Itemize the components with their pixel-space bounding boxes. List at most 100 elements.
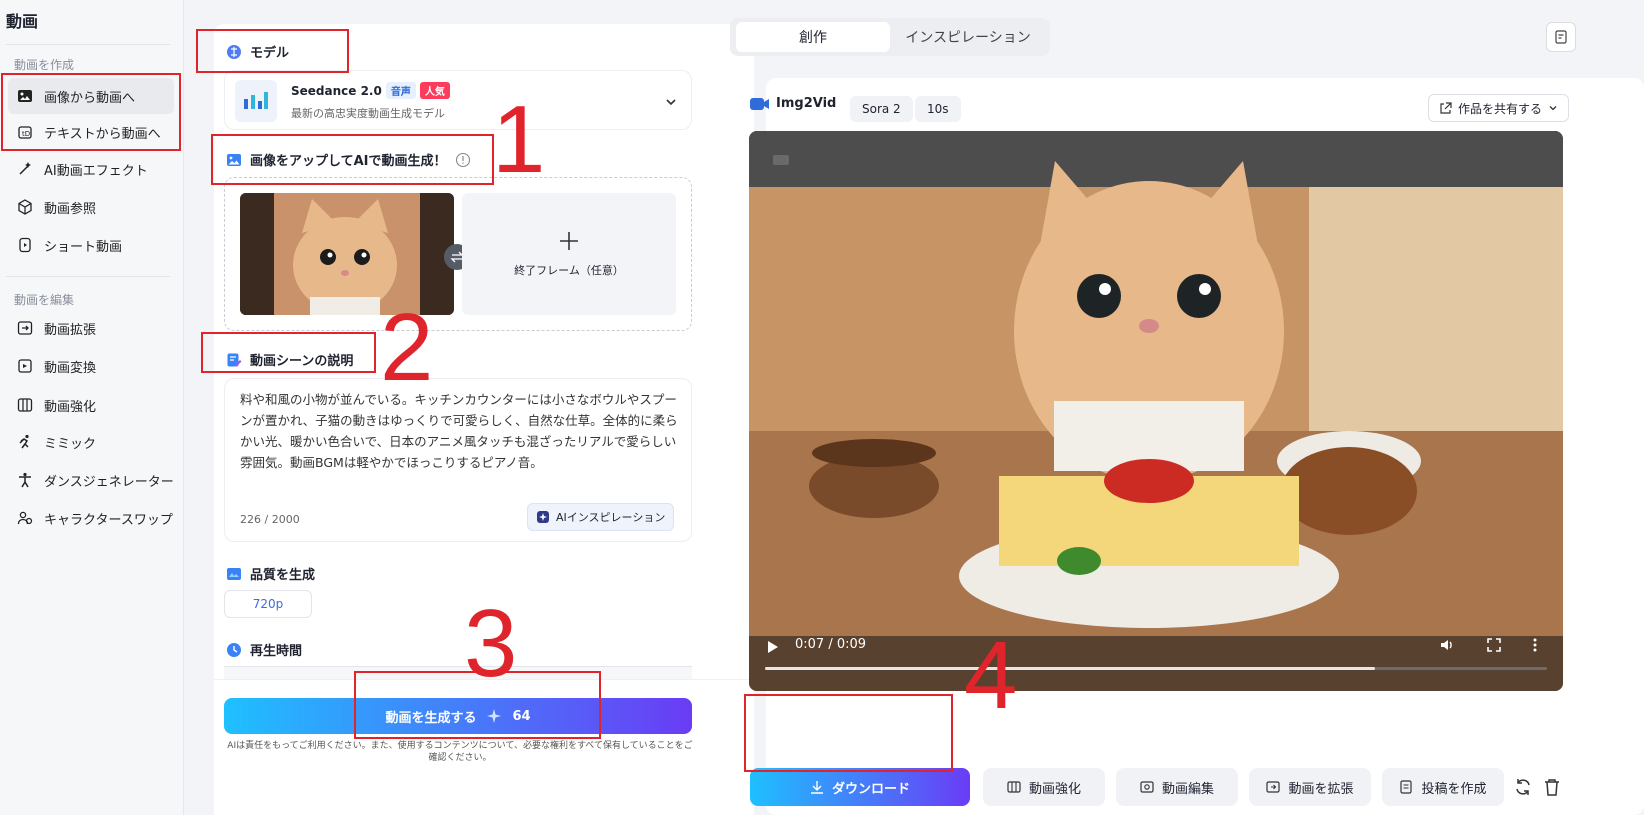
annotation-number-4: 4 bbox=[964, 622, 1018, 729]
quality-option-720p[interactable]: 720p bbox=[224, 590, 312, 618]
info-icon[interactable] bbox=[455, 152, 471, 168]
sidebar-item-label: 動画強化 bbox=[44, 399, 97, 415]
download-button[interactable]: ダウンロード bbox=[750, 768, 970, 806]
download-icon bbox=[810, 781, 823, 794]
cube-icon bbox=[16, 198, 34, 216]
play-icon[interactable] bbox=[767, 639, 779, 658]
sidebar-item-character-swap[interactable]: キャラクタースワップ bbox=[8, 500, 174, 536]
tab-create[interactable]: 創作 bbox=[736, 22, 890, 52]
quality-icon bbox=[227, 567, 241, 580]
sparkle-icon bbox=[487, 709, 502, 723]
refresh-icon[interactable] bbox=[1514, 778, 1532, 800]
model-title: Seedance 2.0 音声 人気 bbox=[291, 82, 450, 99]
end-frame-upload[interactable]: 終了フレーム（任意） bbox=[462, 193, 676, 315]
edit-doc-icon bbox=[227, 353, 242, 366]
annotation-number-1: 1 bbox=[492, 86, 546, 193]
enhance-icon bbox=[1007, 781, 1021, 793]
sidebar-item-image-to-video[interactable]: 画像から動画へ bbox=[8, 78, 174, 114]
duration-pill: 10s bbox=[915, 96, 961, 122]
tab-inspiration[interactable]: インスピレーション bbox=[890, 22, 1046, 52]
enhance-icon bbox=[16, 396, 34, 414]
video-camera-icon bbox=[750, 97, 769, 110]
svg-text:tD: tD bbox=[22, 130, 30, 138]
model-description: 最新の高忠実度動画生成モデル bbox=[291, 107, 445, 120]
annotation-number-2: 2 bbox=[380, 294, 434, 401]
sidebar-item-label: 動画変換 bbox=[44, 360, 97, 376]
text-video-icon: tD bbox=[16, 123, 34, 141]
audio-badge: 音声 bbox=[385, 82, 416, 99]
end-frame-label: 終了フレーム（任意） bbox=[514, 264, 624, 277]
sidebar-item-label: ミミック bbox=[44, 436, 97, 452]
credit-count: 64 bbox=[512, 708, 531, 724]
trash-icon[interactable] bbox=[1544, 778, 1560, 800]
chevron-down-icon bbox=[1549, 106, 1557, 111]
divider bbox=[6, 276, 170, 277]
short-video-icon bbox=[16, 236, 34, 254]
sidebar-item-short-video[interactable]: ショート動画 bbox=[8, 227, 174, 263]
image-icon bbox=[227, 153, 241, 166]
generate-label: 動画を生成する bbox=[385, 710, 477, 726]
image-video-icon bbox=[16, 87, 34, 105]
sidebar-item-mimic[interactable]: ミミック bbox=[8, 424, 174, 460]
video-progress-track[interactable] bbox=[765, 667, 1547, 670]
volume-icon[interactable] bbox=[1439, 637, 1455, 657]
sidebar-item-video-reference[interactable]: 動画参照 bbox=[8, 189, 174, 225]
edit-video-button[interactable]: 動画編集 bbox=[1116, 768, 1238, 806]
enhance-video-button[interactable]: 動画強化 bbox=[983, 768, 1105, 806]
video-player[interactable]: 0:07 / 0:09 bbox=[749, 131, 1563, 691]
sidebar-item-label: テキストから動画へ bbox=[44, 126, 161, 142]
model-name: Seedance 2.0 bbox=[291, 83, 382, 98]
sidebar-item-ai-effect[interactable]: AI動画エフェクト bbox=[8, 151, 174, 187]
plus-icon bbox=[560, 232, 578, 250]
history-icon[interactable] bbox=[1546, 22, 1576, 52]
sidebar-item-text-to-video[interactable]: tD テキストから動画へ bbox=[8, 114, 174, 150]
video-frame-kitten bbox=[749, 131, 1563, 691]
sidebar-item-label: ダンスジェネレーター bbox=[44, 474, 174, 490]
sidebar: 動画 動画を作成 画像から動画へ tD テキストから動画へ AI動画エフェクト … bbox=[0, 0, 184, 815]
disclaimer-text: AIは責任をもってご利用ください。また、使用するコンテンツについて、必要な権利を… bbox=[227, 741, 693, 763]
section-edit-label: 動画を編集 bbox=[14, 293, 75, 307]
more-options-icon[interactable] bbox=[1533, 637, 1537, 656]
quality-heading: 品質を生成 bbox=[226, 564, 315, 583]
extend-video-button[interactable]: 動画を拡張 bbox=[1249, 768, 1371, 806]
scene-textarea[interactable]: 料や和風の小物が並んでいる。キッチンカウンターには小さなボウルやスプーンが置かれ… bbox=[240, 389, 680, 473]
ai-inspiration-button[interactable]: AIインスピレーション bbox=[527, 503, 675, 531]
convert-icon bbox=[16, 357, 34, 375]
create-post-button[interactable]: 投稿を作成 bbox=[1382, 768, 1504, 806]
duration-heading: 再生時間 bbox=[226, 640, 302, 659]
extend-icon bbox=[1266, 781, 1281, 793]
seedance-logo-icon bbox=[235, 80, 277, 122]
section-create-label: 動画を作成 bbox=[14, 58, 75, 72]
sidebar-item-label: 画像から動画へ bbox=[44, 90, 136, 106]
share-icon bbox=[1440, 101, 1452, 114]
char-counter: 226 / 2000 bbox=[240, 513, 300, 526]
popular-badge: 人気 bbox=[419, 82, 450, 99]
share-button[interactable]: 作品を共有する bbox=[1428, 94, 1570, 122]
scene-description-box: 料や和風の小物が並んでいる。キッチンカウンターには小さなボウルやスプーンが置かれ… bbox=[224, 378, 692, 542]
scene-heading: 動画シーンの説明 bbox=[226, 350, 353, 369]
clock-icon bbox=[227, 642, 241, 657]
sidebar-item-video-convert[interactable]: 動画変換 bbox=[8, 348, 174, 384]
model-pill: Sora 2 bbox=[850, 96, 913, 122]
generate-video-button[interactable]: 動画を生成する 64 bbox=[224, 698, 692, 734]
expand-icon bbox=[16, 319, 34, 337]
sidebar-item-video-enhance[interactable]: 動画強化 bbox=[8, 387, 174, 423]
ai-icon bbox=[537, 511, 549, 523]
sidebar-item-label: キャラクタースワップ bbox=[44, 512, 173, 528]
chevron-down-icon[interactable] bbox=[665, 93, 677, 112]
model-selector[interactable]: Seedance 2.0 音声 人気 最新の高忠実度動画生成モデル bbox=[224, 70, 692, 130]
sidebar-item-label: ショート動画 bbox=[44, 239, 123, 255]
sidebar-item-label: 動画参照 bbox=[44, 201, 97, 217]
brain-icon bbox=[227, 44, 241, 59]
sidebar-item-label: AI動画エフェクト bbox=[44, 163, 148, 179]
magic-wand-icon bbox=[16, 160, 34, 178]
upload-heading: 画像をアップしてAIで動画生成！ bbox=[226, 150, 471, 169]
dance-icon bbox=[16, 471, 34, 489]
sidebar-item-video-extend[interactable]: 動画拡張 bbox=[8, 310, 174, 346]
sidebar-item-dance-generator[interactable]: ダンスジェネレーター bbox=[8, 462, 174, 498]
sidebar-item-label: 動画拡張 bbox=[44, 322, 97, 338]
divider bbox=[6, 44, 170, 45]
fullscreen-icon[interactable] bbox=[1487, 637, 1501, 656]
video-progress-fill bbox=[765, 667, 1375, 670]
post-icon bbox=[1400, 780, 1413, 794]
